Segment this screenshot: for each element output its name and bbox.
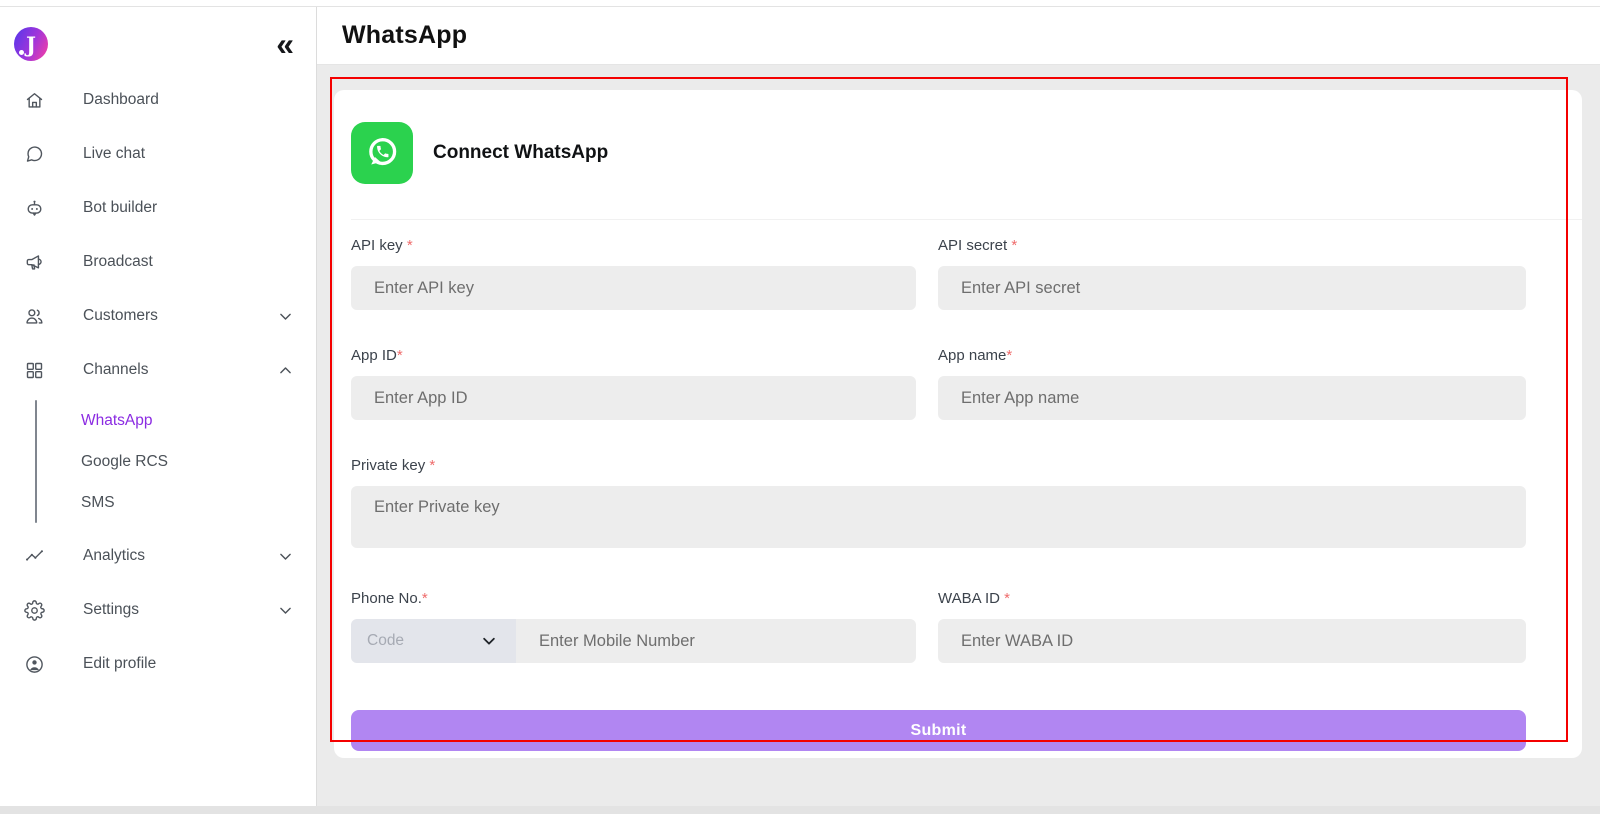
required-asterisk: *: [429, 457, 436, 474]
sidebar-header: J «: [0, 7, 316, 61]
sidebar-item-label: Customers: [83, 307, 158, 324]
app-id-input[interactable]: [351, 376, 916, 420]
robot-icon: [24, 198, 45, 219]
country-code-value: Code: [367, 632, 405, 649]
sidebar-item-settings[interactable]: Settings: [0, 583, 316, 637]
megaphone-icon: [24, 252, 45, 273]
app-id-label: App ID*: [351, 347, 403, 364]
required-asterisk: *: [1006, 347, 1013, 364]
chevron-down-icon: [483, 637, 495, 645]
phone-label: Phone No.*: [351, 590, 428, 607]
required-asterisk: *: [396, 347, 403, 364]
trend-icon: [24, 546, 45, 567]
waba-id-label: WABA ID *: [938, 590, 1010, 607]
app-name-input[interactable]: [938, 376, 1526, 420]
sidebar-subitem-sms[interactable]: SMS: [81, 482, 168, 523]
brand-logo[interactable]: J: [14, 27, 48, 61]
main-content: WhatsApp Connect WhatsApp API key * Ente…: [317, 7, 1600, 806]
api-key-input[interactable]: [351, 266, 916, 310]
api-secret-input[interactable]: [938, 266, 1526, 310]
phone-group: Phone No.* Code: [351, 590, 916, 663]
sidebar-item-broadcast[interactable]: Broadcast: [0, 235, 316, 289]
channels-submenu: WhatsApp Google RCS SMS: [0, 400, 316, 523]
window-bottom-edge: [0, 806, 1600, 814]
chevron-down-icon: [277, 602, 294, 619]
whatsapp-icon: [351, 122, 413, 184]
connect-form: API key * API secret * App ID* App name*: [334, 220, 1582, 751]
sidebar-item-customers[interactable]: Customers: [0, 289, 316, 343]
sidebar-item-label: Live chat: [83, 145, 146, 162]
app-id-group: App ID*: [351, 347, 916, 420]
app-name-label: App name*: [938, 347, 1013, 364]
api-secret-group: API secret *: [938, 237, 1526, 310]
submit-button[interactable]: Submit: [351, 710, 1526, 751]
private-key-group: Private key *: [351, 457, 1526, 553]
sidebar-item-bot-builder[interactable]: Bot builder: [0, 181, 316, 235]
grid-icon: [24, 360, 45, 381]
profile-icon: [24, 654, 45, 675]
chat-bubble-icon: [24, 144, 45, 165]
sidebar-nav: Dashboard Live chat Bot builder Broadcas…: [0, 73, 316, 691]
sidebar-subitem-google-rcs[interactable]: Google RCS: [81, 441, 168, 482]
sidebar: J « Dashboard Live chat Bot builder Broa…: [0, 7, 317, 806]
required-asterisk: *: [406, 237, 413, 254]
waba-id-input[interactable]: [938, 619, 1526, 663]
waba-id-group: WABA ID *: [938, 590, 1526, 663]
api-key-group: API key *: [351, 237, 916, 310]
sidebar-item-label: Analytics: [83, 547, 146, 564]
chevron-up-icon: [277, 362, 294, 379]
sidebar-subitem-whatsapp[interactable]: WhatsApp: [81, 400, 168, 441]
sidebar-item-label: Settings: [83, 601, 140, 618]
mobile-number-input[interactable]: [516, 619, 916, 663]
app-name-group: App name*: [938, 347, 1526, 420]
sidebar-item-label: Dashboard: [83, 91, 159, 108]
sidebar-item-label: Channels: [83, 361, 149, 378]
window-top-edge: [0, 0, 1600, 7]
sidebar-item-dashboard[interactable]: Dashboard: [0, 73, 316, 127]
page-header: WhatsApp: [317, 7, 1600, 65]
connect-whatsapp-card: Connect WhatsApp API key * API secret *: [334, 90, 1582, 758]
sidebar-item-analytics[interactable]: Analytics: [0, 529, 316, 583]
sidebar-item-label: Broadcast: [83, 253, 153, 270]
sidebar-item-label: Edit profile: [83, 655, 157, 672]
sidebar-item-label: Bot builder: [83, 199, 158, 216]
chevron-down-icon: [277, 308, 294, 325]
users-icon: [24, 306, 45, 327]
sidebar-item-edit-profile[interactable]: Edit profile: [0, 637, 316, 691]
card-title: Connect WhatsApp: [433, 142, 609, 163]
gear-icon: [24, 599, 45, 621]
sidebar-item-channels[interactable]: Channels: [0, 343, 316, 397]
private-key-input[interactable]: [351, 486, 1526, 548]
country-code-select[interactable]: Code: [351, 619, 516, 663]
sidebar-item-live-chat[interactable]: Live chat: [0, 127, 316, 181]
private-key-label: Private key *: [351, 457, 436, 474]
required-asterisk: *: [1004, 590, 1010, 607]
home-icon: [24, 90, 45, 111]
app-window: J « Dashboard Live chat Bot builder Broa…: [0, 7, 1600, 806]
required-asterisk: *: [421, 590, 428, 607]
required-asterisk: *: [1011, 237, 1018, 254]
page-title: WhatsApp: [342, 21, 468, 49]
collapse-sidebar-icon[interactable]: «: [276, 28, 294, 60]
api-key-label: API key *: [351, 237, 413, 254]
card-header: Connect WhatsApp: [334, 90, 1582, 220]
api-secret-label: API secret *: [938, 237, 1018, 254]
chevron-down-icon: [277, 548, 294, 565]
